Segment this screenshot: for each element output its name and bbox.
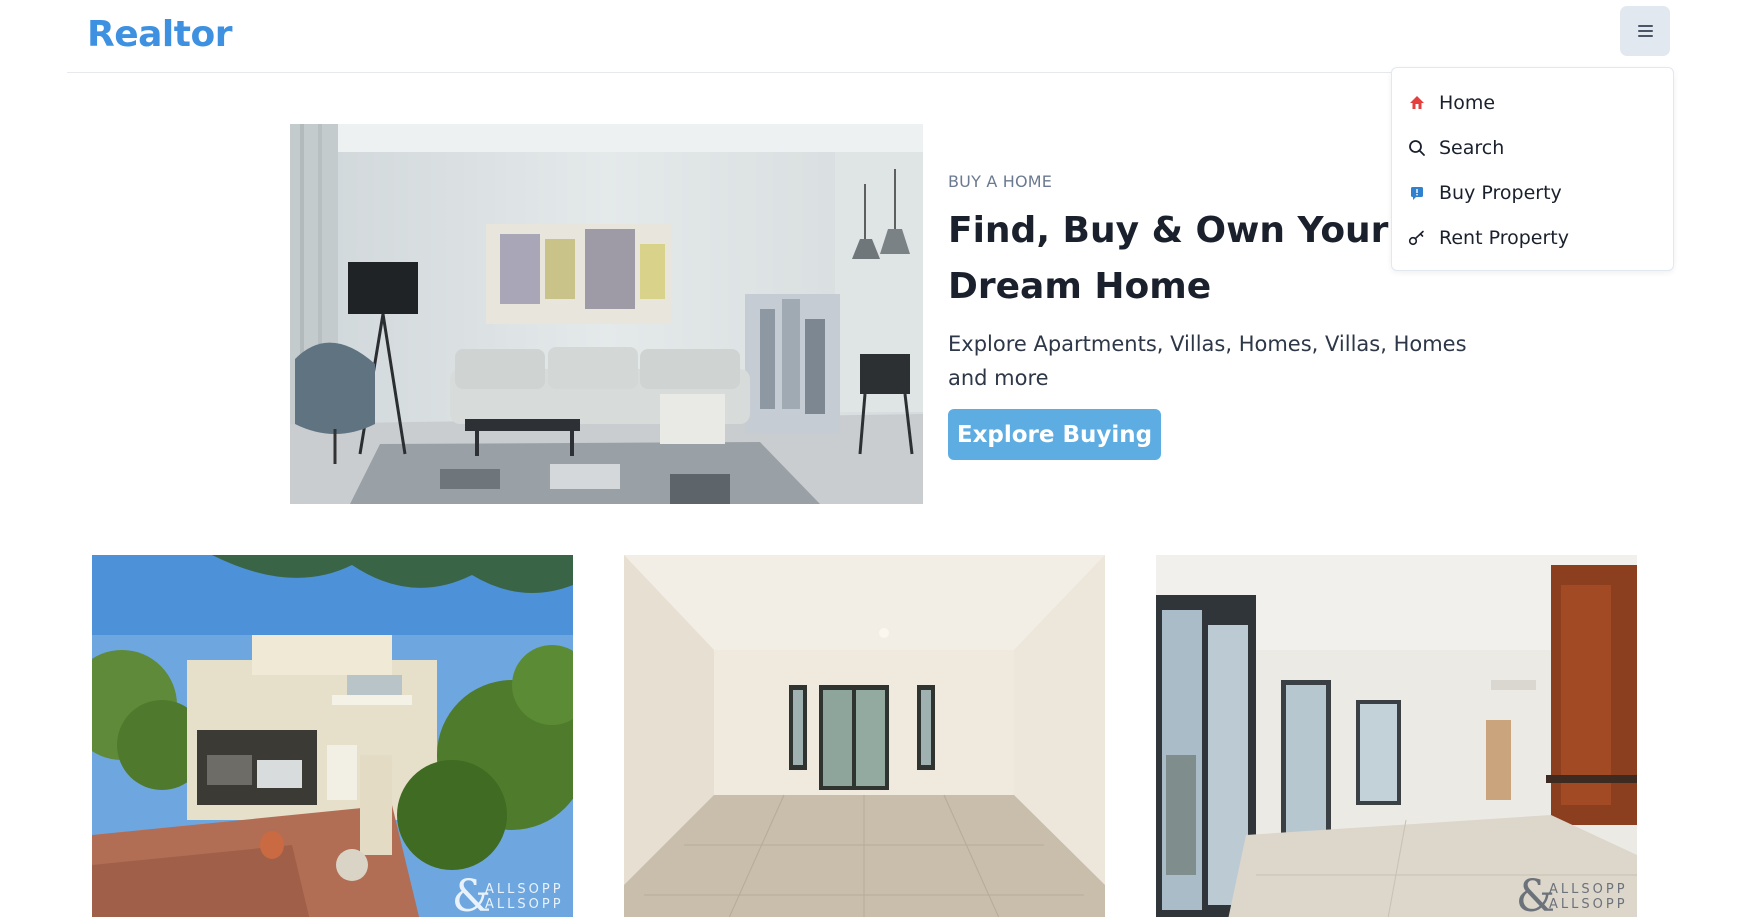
listing-watermark: & ALLSOPP ALLSOPP xyxy=(1516,875,1627,917)
menu-item-rent-property[interactable]: Rent Property xyxy=(1392,215,1673,260)
logo[interactable]: Realtor xyxy=(87,14,232,55)
hero-eyebrow: BUY A HOME xyxy=(948,172,1053,191)
menu-item-buy-property[interactable]: Buy Property xyxy=(1392,170,1673,215)
menu-item-home[interactable]: Home xyxy=(1392,80,1673,125)
nav-dropdown-menu: Home Search Buy Property Rent Property xyxy=(1391,67,1674,271)
key-icon xyxy=(1407,228,1427,248)
menu-item-label: Rent Property xyxy=(1439,226,1569,249)
listing-card-villa[interactable]: & ALLSOPP ALLSOPP xyxy=(92,555,573,917)
menu-item-label: Buy Property xyxy=(1439,181,1562,204)
search-icon xyxy=(1407,138,1427,158)
explore-buying-button[interactable]: Explore Buying xyxy=(948,409,1161,460)
hero-title: Find, Buy & Own Your Dream Home xyxy=(948,210,1389,307)
listing-card-apartment-view[interactable]: & ALLSOPP ALLSOPP xyxy=(1156,555,1637,917)
menu-item-search[interactable]: Search xyxy=(1392,125,1673,170)
hero-text-block: BUY A HOME Find, Buy & Own Your Dream Ho… xyxy=(948,172,1468,395)
listing-card-apartment-room[interactable] xyxy=(624,555,1105,917)
menu-item-label: Home xyxy=(1439,91,1496,114)
listing-watermark: & ALLSOPP ALLSOPP xyxy=(452,875,563,917)
navbar: Realtor xyxy=(67,0,1670,73)
watermark-text: ALLSOPP ALLSOPP xyxy=(485,882,564,912)
watermark-text: ALLSOPP ALLSOPP xyxy=(1549,882,1628,912)
home-icon xyxy=(1407,93,1427,113)
hero-description: Explore Apartments, Villas, Homes, Villa… xyxy=(948,332,1467,390)
menu-toggle-button[interactable] xyxy=(1620,6,1670,56)
hero-living-room-image xyxy=(290,124,923,504)
hamburger-icon xyxy=(1637,25,1653,37)
buy-property-icon xyxy=(1407,183,1427,203)
menu-item-label: Search xyxy=(1439,136,1505,159)
